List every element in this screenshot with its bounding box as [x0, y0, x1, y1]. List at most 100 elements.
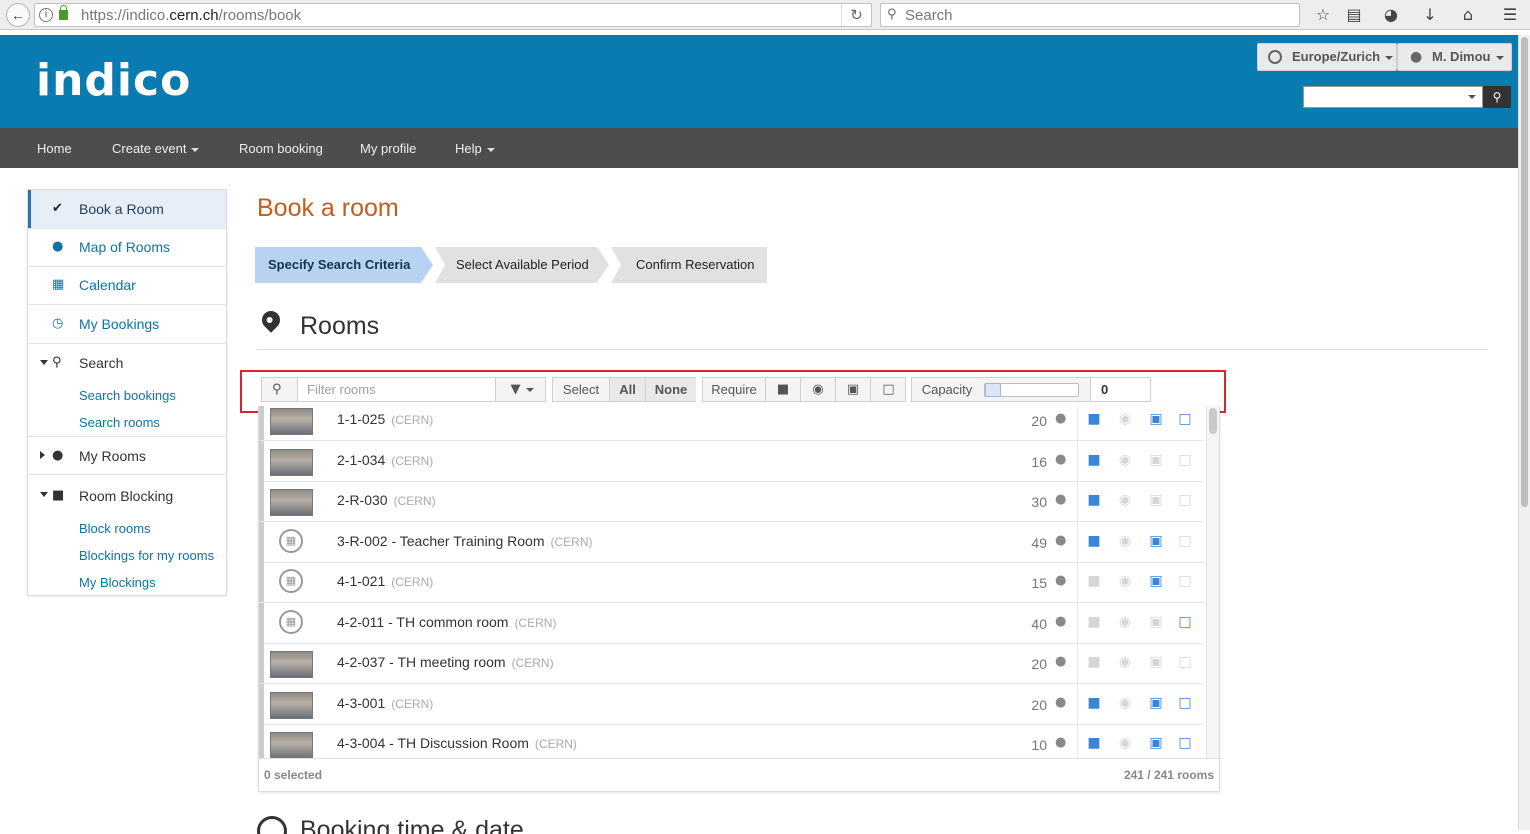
back-icon[interactable]: ←	[6, 3, 30, 27]
public-room-icon: □	[1178, 613, 1192, 630]
nav-my-profile[interactable]: My profile	[360, 128, 416, 168]
room-name[interactable]: 2-1-034 (CERN)	[337, 452, 433, 468]
main-nav: Home Create event Room booking My profil…	[0, 128, 1518, 168]
bookmark-star-icon[interactable]: ☆	[1312, 4, 1334, 26]
menu-icon[interactable]: ☰	[1499, 4, 1521, 26]
nav-home[interactable]: Home	[37, 128, 72, 168]
download-icon[interactable]: ↓	[1419, 4, 1441, 26]
capacity-value[interactable]: 0	[1090, 378, 1150, 401]
public-room-icon: □	[1178, 451, 1192, 468]
room-photo[interactable]	[270, 651, 313, 678]
room-photo[interactable]	[270, 489, 313, 516]
user-icon: ●	[1055, 735, 1067, 750]
reload-icon[interactable]: ↻	[841, 4, 871, 26]
timezone-button[interactable]: Europe/Zurich	[1257, 43, 1397, 71]
wizard-step-confirm[interactable]: Confirm Reservation	[611, 247, 767, 283]
sidebar-item-blockings-for-my-rooms[interactable]: Blockings for my rooms	[79, 548, 214, 563]
room-row[interactable]: 4-2-037 - TH meeting room (CERN) 20 ● ■ ◉ ▣ □	[259, 643, 1204, 684]
select-all-button[interactable]: All	[609, 378, 645, 401]
capacity-slider[interactable]	[984, 383, 1079, 397]
room-row[interactable]: ▦ 3-R-002 - Teacher Training Room (CERN) 49…	[259, 521, 1204, 563]
room-name[interactable]: 2-R-030 (CERN)	[337, 492, 436, 508]
video-icon: ■	[1087, 532, 1101, 549]
header-search-input[interactable]	[1303, 86, 1483, 108]
filter-rooms-input[interactable]: Filter rooms	[297, 378, 496, 401]
public-room-icon: □	[1178, 532, 1192, 549]
webcast-icon: ◉	[1118, 573, 1132, 589]
expand-my-rooms-icon[interactable]	[40, 451, 45, 459]
room-photo[interactable]	[270, 732, 313, 758]
capacity-slider-handle[interactable]	[985, 383, 1001, 397]
room-capacity: 20	[1031, 696, 1047, 713]
sidebar-item-search-bookings[interactable]: Search bookings	[79, 388, 176, 403]
sidebar-item-my-blockings[interactable]: My Blockings	[79, 575, 156, 590]
sidebar-item-search-rooms[interactable]: Search rooms	[79, 415, 160, 430]
room-name[interactable]: 4-2-011 - TH common room (CERN)	[337, 614, 556, 630]
room-name[interactable]: 4-3-004 - TH Discussion Room (CERN)	[337, 735, 577, 751]
page-scroll-thumb[interactable]	[1521, 37, 1528, 507]
facility-icons: ■ ◉ ▣ □	[1077, 724, 1204, 758]
url-bar[interactable]: i https://indico.cern.ch/rooms/book ↻	[34, 3, 872, 27]
nav-help[interactable]: Help	[455, 128, 495, 168]
public-room-icon: □	[1178, 573, 1192, 589]
expand-room-blocking-icon[interactable]	[40, 492, 48, 497]
room-row[interactable]: 2-1-034 (CERN) 16 ● ■ ◉ ▣ □	[259, 440, 1204, 482]
room-capacity: 30	[1031, 494, 1047, 510]
room-photo[interactable]	[270, 691, 313, 719]
browser-search-input[interactable]: ⚲ Search	[880, 3, 1300, 27]
page-scrollbar[interactable]	[1518, 35, 1530, 830]
select-none-button[interactable]: None	[645, 378, 696, 401]
user-menu-button[interactable]: ● M. Dimou	[1397, 43, 1512, 71]
chevron-down-icon[interactable]	[1468, 95, 1476, 99]
pocket-icon[interactable]: ◕	[1380, 4, 1402, 26]
sidebar-item-label: Search	[79, 355, 124, 371]
room-capacity: 40	[1031, 615, 1047, 632]
sidebar-item-label: My Bookings	[79, 316, 160, 332]
search-placeholder: Search	[905, 7, 953, 24]
nav-create-event[interactable]: Create event	[112, 128, 200, 168]
room-name[interactable]: 4-1-021 (CERN)	[337, 573, 433, 589]
room-photo[interactable]	[270, 448, 313, 476]
booking-section-header: Booking time & date	[257, 814, 857, 834]
room-photo[interactable]	[270, 408, 313, 435]
check-icon: ✔	[52, 201, 63, 216]
sidebar-item-block-rooms[interactable]: Block rooms	[79, 521, 151, 536]
reading-list-icon[interactable]: ▤	[1343, 4, 1365, 26]
clock-icon	[257, 816, 287, 834]
room-name[interactable]: 1-1-025 (CERN)	[337, 411, 433, 427]
webcast-icon: ◉	[1118, 532, 1132, 549]
require-projector-icon[interactable]: ▣	[835, 378, 870, 401]
require-webcast-icon[interactable]: ◉	[800, 378, 835, 401]
header-search-button[interactable]: ⚲	[1483, 86, 1511, 108]
room-list-scroll-thumb[interactable]	[1209, 408, 1217, 434]
filter-dropdown-button[interactable]: ▼	[498, 378, 546, 401]
room-name[interactable]: 3-R-002 - Teacher Training Room (CERN)	[337, 533, 593, 549]
select-group: Select All None	[552, 377, 696, 402]
info-icon[interactable]: i	[39, 8, 53, 22]
room-row[interactable]: ▦ 4-1-021 (CERN) 15 ● ■ ◉ ▣ □	[259, 562, 1204, 603]
room-row[interactable]: 4-3-004 - TH Discussion Room (CERN) 10 ● ■ ◉ ▣…	[259, 724, 1204, 758]
room-list-scrollbar[interactable]	[1206, 406, 1219, 758]
room-row[interactable]: ▦ 4-2-011 - TH common room (CERN) 40 ● ■ ◉ ▣ □	[259, 602, 1204, 644]
room-capacity: 20	[1031, 413, 1047, 429]
room-row[interactable]: 2-R-030 (CERN) 30 ● ■ ◉ ▣ □	[259, 481, 1204, 522]
room-name[interactable]: 4-3-001 (CERN)	[337, 695, 433, 711]
room-name[interactable]: 4-2-037 - TH meeting room (CERN)	[337, 654, 554, 670]
expand-search-icon[interactable]	[40, 360, 48, 365]
room-capacity: 49	[1031, 534, 1047, 551]
wizard-step-search-criteria[interactable]: Specify Search Criteria	[255, 247, 421, 283]
webcast-icon: ◉	[1118, 451, 1132, 468]
nav-room-booking[interactable]: Room booking	[239, 128, 323, 168]
room-row[interactable]: 4-3-001 (CERN) 20 ● ■ ◉ ▣ □	[259, 683, 1204, 725]
url-text[interactable]: https://indico.cern.ch/rooms/book	[81, 7, 301, 24]
require-video-icon[interactable]: ■	[765, 378, 800, 401]
room-row[interactable]: 1-1-025 (CERN) 20 ● ■ ◉ ▣ □	[259, 406, 1204, 441]
user-icon: ●	[1410, 49, 1423, 65]
require-public-icon[interactable]: □	[870, 378, 906, 401]
chevron-down-icon	[1385, 55, 1394, 60]
facility-icons: ■ ◉ ▣ □	[1077, 521, 1204, 562]
wizard-step-available-period[interactable]: Select Available Period	[435, 247, 597, 283]
home-icon[interactable]: ⌂	[1457, 4, 1479, 26]
webcast-icon: ◉	[1118, 654, 1132, 670]
filter-search-group: ⚲ Filter rooms ▼	[261, 377, 546, 402]
